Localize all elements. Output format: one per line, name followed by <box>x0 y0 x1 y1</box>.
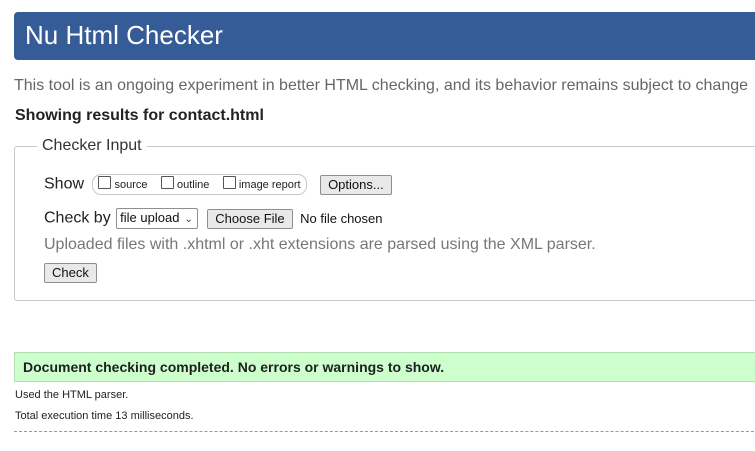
show-label: Show <box>44 175 85 193</box>
parser-used-text: Used the HTML parser. <box>15 389 129 401</box>
success-message: Document checking completed. No errors o… <box>14 352 755 382</box>
outline-label: outline <box>176 179 210 191</box>
image-report-label: image report <box>238 179 301 191</box>
tagline: This tool is an ongoing experiment in be… <box>14 77 749 94</box>
check-by-row: Check by file upload ⌄ Choose File No fil… <box>44 208 383 229</box>
check-by-label: Check by <box>44 209 111 227</box>
outline-checkbox[interactable] <box>160 176 174 189</box>
source-checkbox[interactable] <box>98 176 112 189</box>
xml-parser-note: Uploaded files with .xhtml or .xht exten… <box>44 236 596 253</box>
check-button-wrap: Check <box>44 263 97 283</box>
check-button[interactable]: Check <box>44 263 97 283</box>
show-image-report-option[interactable]: image report <box>222 176 301 193</box>
show-options-group: source outline image report <box>92 174 307 195</box>
divider <box>14 431 755 432</box>
execution-time-text: Total execution time 13 milliseconds. <box>15 410 194 422</box>
show-source-option[interactable]: source <box>98 176 148 193</box>
show-row: Show source outline image report Options… <box>44 174 392 195</box>
results-heading: Showing results for contact.html <box>15 107 264 124</box>
page-header: Nu Html Checker <box>14 12 755 60</box>
no-file-status: No file chosen <box>300 211 383 226</box>
options-button[interactable]: Options... <box>320 174 392 195</box>
check-by-select[interactable]: file upload ⌄ <box>116 208 198 229</box>
choose-file-button[interactable]: Choose File <box>207 208 293 229</box>
checker-input-legend: Checker Input <box>42 137 142 154</box>
chevron-down-icon: ⌄ <box>184 214 193 225</box>
check-by-selected-value: file upload <box>120 210 180 225</box>
page-title: Nu Html Checker <box>25 20 223 50</box>
source-label: source <box>114 179 148 191</box>
show-outline-option[interactable]: outline <box>160 176 210 193</box>
image-report-checkbox[interactable] <box>222 176 236 189</box>
